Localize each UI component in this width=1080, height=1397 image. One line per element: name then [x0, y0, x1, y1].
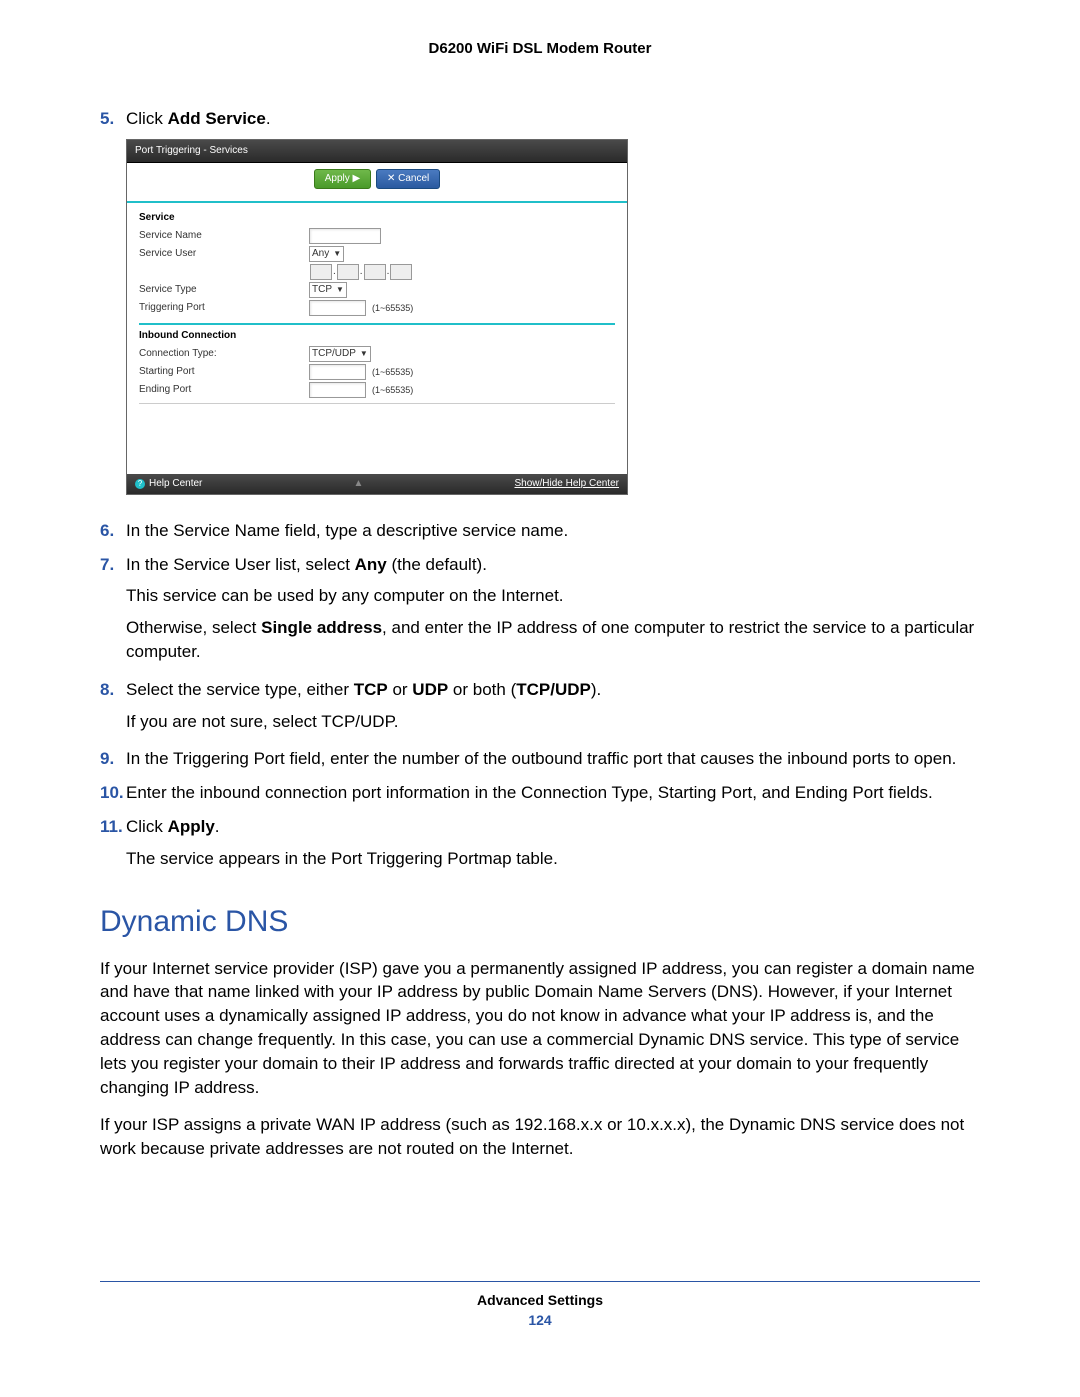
apply-button[interactable]: Apply ▶ — [314, 169, 371, 189]
text: Otherwise, select — [126, 618, 261, 637]
field-label: Service Type — [139, 283, 309, 297]
step-number: 7. — [100, 553, 126, 577]
chevron-down-icon: ▼ — [333, 248, 341, 259]
text: or both ( — [448, 680, 516, 699]
triggering-port-input[interactable] — [309, 300, 366, 316]
expand-icon[interactable]: ▲ — [353, 477, 363, 491]
hint-text: (1~65535) — [372, 302, 413, 315]
step-number: 11. — [100, 815, 126, 839]
step-text: Select the service type, either TCP or U… — [126, 678, 980, 702]
text: or — [388, 680, 413, 699]
select-value: Any — [312, 247, 329, 261]
ending-port-input[interactable] — [309, 382, 366, 398]
step-number: 8. — [100, 678, 126, 702]
panel-title: Port Triggering - Services — [127, 140, 627, 163]
section-heading: Dynamic DNS — [100, 905, 980, 939]
field-label: Triggering Port — [139, 301, 309, 315]
hint-text: (1~65535) — [372, 384, 413, 397]
blank-area — [139, 403, 615, 474]
starting-port-input[interactable] — [309, 364, 366, 380]
ip-octet-input[interactable] — [390, 264, 412, 280]
field-label: Connection Type: — [139, 347, 309, 361]
bold-text: Add Service — [168, 109, 266, 128]
sub-text: This service can be used by any computer… — [126, 584, 980, 608]
bold-text: Any — [355, 555, 387, 574]
chevron-down-icon: ▼ — [360, 348, 368, 359]
step-text: In the Service Name field, type a descri… — [126, 519, 980, 543]
step-text: In the Triggering Port field, enter the … — [126, 747, 980, 771]
paragraph: If your Internet service provider (ISP) … — [100, 957, 980, 1100]
ip-octet-input[interactable] — [310, 264, 332, 280]
text: In the Service User list, select — [126, 555, 355, 574]
text: ). — [591, 680, 601, 699]
text: . — [266, 109, 271, 128]
help-center-button[interactable]: ? Help Center — [135, 477, 202, 491]
step-number: 5. — [100, 107, 126, 131]
cancel-button[interactable]: ✕ Cancel — [376, 169, 440, 189]
field-label: Starting Port — [139, 365, 309, 379]
help-icon: ? — [135, 479, 145, 489]
screenshot-panel: Port Triggering - Services Apply ▶ ✕ Can… — [126, 139, 628, 495]
step-text: Enter the inbound connection port inform… — [126, 781, 980, 805]
service-user-select[interactable]: Any ▼ — [309, 246, 344, 262]
text: . — [215, 817, 220, 836]
help-label: Help Center — [149, 477, 202, 491]
text: Click — [126, 109, 168, 128]
footer-label: Advanced Settings — [100, 1292, 980, 1308]
text: (the default). — [387, 555, 487, 574]
sub-text: If you are not sure, select TCP/UDP. — [126, 710, 980, 734]
ip-octet-input[interactable] — [337, 264, 359, 280]
page-number: 124 — [100, 1312, 980, 1328]
step-number: 10. — [100, 781, 126, 805]
sub-text: Otherwise, select Single address, and en… — [126, 616, 980, 664]
step-text: Click Add Service. — [126, 107, 980, 131]
service-heading: Service — [139, 211, 615, 225]
bold-text: Single address — [261, 618, 382, 637]
bold-text: Apply — [168, 817, 215, 836]
field-label: Service Name — [139, 229, 309, 243]
step-text: Click Apply. — [126, 815, 980, 839]
bold-text: TCP — [354, 680, 388, 699]
ip-octet-input[interactable] — [364, 264, 386, 280]
hint-text: (1~65535) — [372, 366, 413, 379]
chevron-down-icon: ▼ — [336, 284, 344, 295]
inbound-heading: Inbound Connection — [139, 329, 615, 343]
divider — [139, 323, 615, 325]
sub-text: The service appears in the Port Triggeri… — [126, 847, 980, 871]
text: Select the service type, either — [126, 680, 354, 699]
select-value: TCP/UDP — [312, 347, 356, 361]
select-value: TCP — [312, 283, 332, 297]
document-title: D6200 WiFi DSL Modem Router — [100, 40, 980, 57]
connection-type-select[interactable]: TCP/UDP ▼ — [309, 346, 371, 362]
bold-text: UDP — [412, 680, 448, 699]
service-type-select[interactable]: TCP ▼ — [309, 282, 347, 298]
paragraph: If your ISP assigns a private WAN IP add… — [100, 1113, 980, 1161]
field-label: Service User — [139, 247, 309, 261]
service-name-input[interactable] — [309, 228, 381, 244]
field-label: Ending Port — [139, 383, 309, 397]
step-number: 9. — [100, 747, 126, 771]
step-text: In the Service User list, select Any (th… — [126, 553, 980, 577]
show-hide-help-link[interactable]: Show/Hide Help Center — [514, 477, 619, 491]
footer-divider — [100, 1281, 980, 1282]
step-number: 6. — [100, 519, 126, 543]
text: Click — [126, 817, 168, 836]
bold-text: TCP/UDP — [516, 680, 591, 699]
